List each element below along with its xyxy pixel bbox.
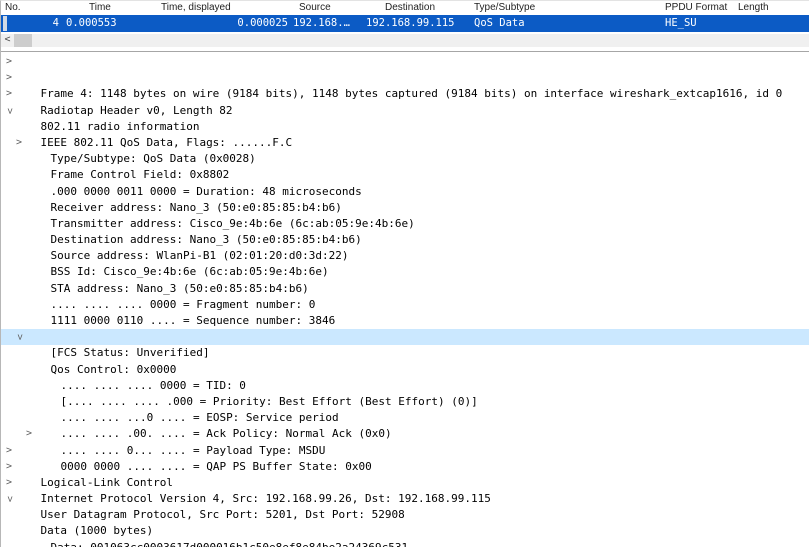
tree-row[interactable]: > IEEE 802.11 QoS Data, Flags: ......F.C xyxy=(1,103,809,149)
tree-row[interactable]: .... .... 0... .... = Payload Type: MSDU xyxy=(1,410,809,457)
column-header-time-displayed[interactable]: Time, displayed xyxy=(161,1,231,15)
cell-length xyxy=(727,15,779,32)
tree-row[interactable]: Type/Subtype: QoS Data (0x0028) xyxy=(1,119,809,165)
tree-row[interactable]: Data: 001063cc0003617d000016b1c50e8ef8e8… xyxy=(1,507,809,547)
tree-row[interactable]: > 0000 0000 .... .... = QAP PS Buffer St… xyxy=(1,426,809,472)
cell-type-subtype: QoS Data xyxy=(474,17,525,29)
tree-row[interactable]: .... .... .... 0000 = TID: 0 xyxy=(1,345,809,392)
tree-row[interactable]: .000 0000 0011 0000 = Duration: 48 micro… xyxy=(1,151,809,198)
chevron-right-icon[interactable]: > xyxy=(4,443,14,459)
chevron-right-icon[interactable]: > xyxy=(4,475,14,491)
chevron-down-icon[interactable]: > xyxy=(11,332,27,342)
cell-ppdu-format: HE_SU xyxy=(665,17,697,29)
chevron-down-icon[interactable]: > xyxy=(1,494,17,504)
scrollbar-thumb[interactable] xyxy=(14,34,32,47)
packet-row-selected[interactable]: 4 0.000553 0.000025 192.168.… 192.168.99… xyxy=(1,15,809,32)
chevron-right-icon[interactable]: > xyxy=(24,426,34,442)
wireshark-window: No. Time Time, displayed Source Destinat… xyxy=(0,0,809,547)
horizontal-scrollbar[interactable]: < xyxy=(1,34,809,47)
cell-packet-number: 4 xyxy=(52,17,59,29)
tree-row[interactable]: Receiver address: Nano_3 (50:e0:85:85:b4… xyxy=(1,167,809,214)
tree-row[interactable]: STA address: Nano_3 (50:e0:85:85:b4:b6) xyxy=(1,248,809,295)
chevron-right-icon[interactable]: > xyxy=(4,54,14,70)
tree-row[interactable]: > Radiotap Header v0, Length 82 xyxy=(1,70,809,116)
tree-row[interactable]: 1111 0000 0110 .... = Sequence number: 3… xyxy=(1,281,809,327)
chevron-right-icon[interactable]: > xyxy=(14,135,24,151)
tree-row[interactable]: > Data (1000 bytes) xyxy=(1,491,809,537)
tree-row[interactable]: Transmitter address: Cisco_9e:4b:6e (6c:… xyxy=(1,184,809,230)
tree-row[interactable]: .... .... .... 0000 = Fragment number: 0 xyxy=(1,264,809,311)
column-header-source[interactable]: Source xyxy=(299,1,331,15)
column-header-type-subtype[interactable]: Type/Subtype xyxy=(474,1,535,15)
chevron-right-icon[interactable]: > xyxy=(4,86,14,102)
packet-details-pane: > Frame 4: 1148 bytes on wire (9184 bits… xyxy=(1,52,809,547)
tree-row[interactable]: > Logical-Link Control xyxy=(1,443,809,489)
tree-row[interactable]: > User Datagram Protocol, Src Port: 5201… xyxy=(1,475,809,521)
cell-time-displayed: 0.000025 xyxy=(237,17,288,29)
tree-row[interactable]: > Internet Protocol Version 4, Src: 192.… xyxy=(1,459,809,505)
tree-row[interactable]: > Frame Control Field: 0x8802 xyxy=(1,135,809,181)
chevron-down-icon[interactable]: > xyxy=(1,106,17,116)
tree-row[interactable]: [.... .... .... .000 = Priority: Best Ef… xyxy=(1,362,809,408)
column-header-no[interactable]: No. xyxy=(5,1,21,15)
tree-row[interactable]: Source address: WlanPi-B1 (02:01:20:d0:3… xyxy=(1,216,809,262)
tree-row[interactable]: [FCS Status: Unverified] xyxy=(1,313,809,359)
column-header-length[interactable]: Length xyxy=(738,1,769,15)
packet-list-header: No. Time Time, displayed Source Destinat… xyxy=(1,1,809,15)
column-header-ppdu-format[interactable]: PPDU Format xyxy=(665,1,727,15)
cell-destination: 192.168.99.115 xyxy=(366,17,455,29)
cell-time: 0.000553 xyxy=(66,17,117,29)
tree-row[interactable]: > Frame 4: 1148 bytes on wire (9184 bits… xyxy=(1,54,809,100)
column-header-destination[interactable]: Destination xyxy=(385,1,435,15)
tree-row[interactable]: .... .... ...0 .... = EOSP: Service peri… xyxy=(1,378,809,424)
column-header-time[interactable]: Time xyxy=(89,1,111,15)
cell-source: 192.168.… xyxy=(293,17,350,29)
tree-row[interactable]: BSS Id: Cisco_9e:4b:6e (6c:ab:05:9e:4b:6… xyxy=(1,232,809,278)
tree-row[interactable]: > Qos Control: 0x0000 xyxy=(1,329,809,376)
tree-row[interactable]: Destination address: Nano_3 (50:e0:85:85… xyxy=(1,200,809,246)
scroll-left-icon[interactable]: < xyxy=(1,34,14,47)
chevron-right-icon[interactable]: > xyxy=(4,70,14,86)
tree-row[interactable]: [Length: 1000] xyxy=(1,523,809,539)
tree-row[interactable]: .... .... .00. .... = Ack Policy: Normal… xyxy=(1,394,809,440)
tree-row[interactable]: > 802.11 radio information xyxy=(1,86,809,132)
tree-row[interactable]: Frame check sequence: 0x54812e1f [unveri… xyxy=(1,297,809,343)
chevron-right-icon[interactable]: > xyxy=(4,459,14,475)
